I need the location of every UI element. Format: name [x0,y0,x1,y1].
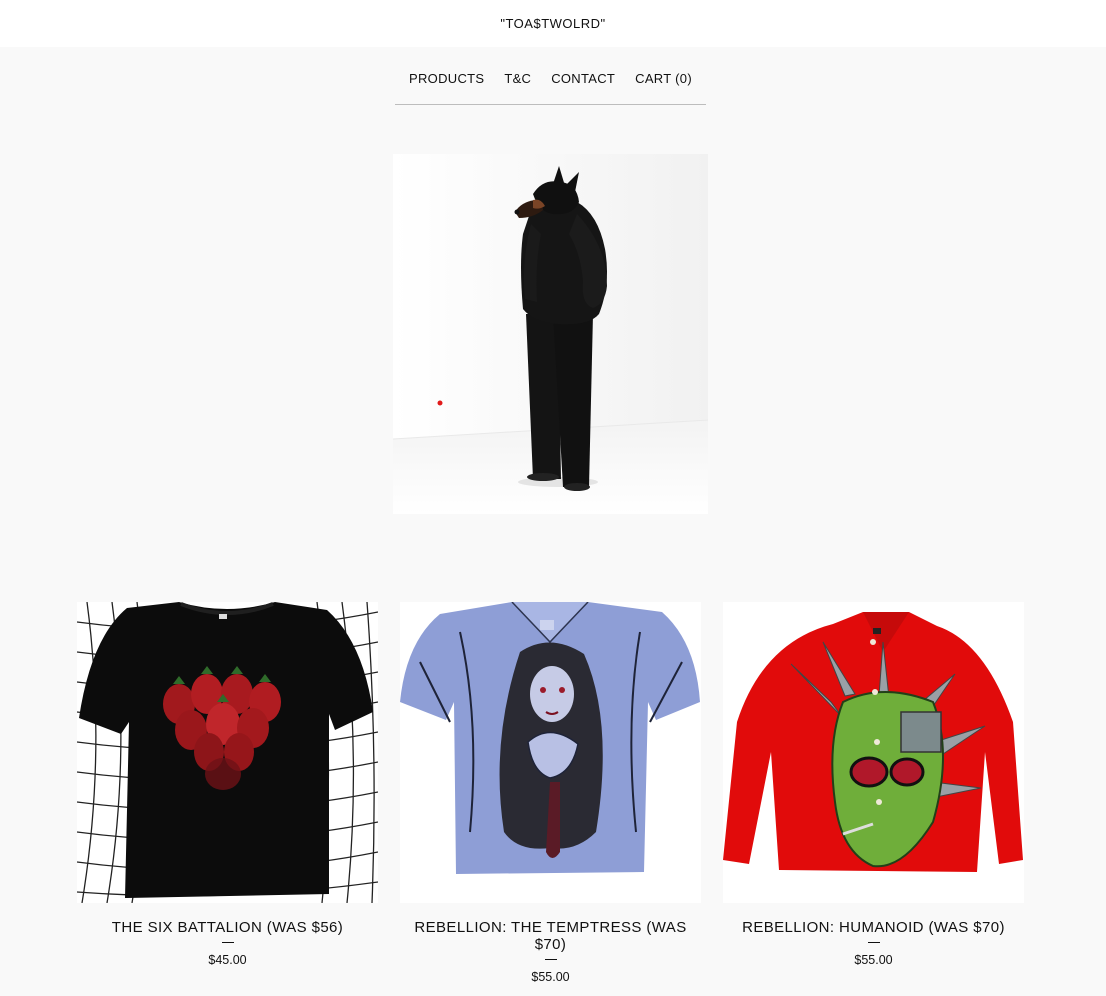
main-nav: PRODUCTS T&C CONTACT CART (0) [395,60,706,105]
product-image[interactable] [723,602,1024,903]
product-title[interactable]: REBELLION: HUMANOID (WAS $70) [723,919,1024,936]
site-header: "TOA$TWOLRD" [0,0,1106,47]
product-card[interactable]: REBELLION: THE TEMPTRESS (WAS $70) $55.0… [400,602,701,984]
nav-cart[interactable]: CART (0) [635,71,692,86]
blue-shirt-illustration [400,602,701,903]
red-shirt-mask [723,602,1024,903]
nav-products[interactable]: PRODUCTS [409,71,484,86]
title-divider [221,942,234,943]
product-card[interactable]: REBELLION: HUMANOID (WAS $70) $55.00 [723,602,1024,967]
nav-terms[interactable]: T&C [504,71,531,86]
nav-contact[interactable]: CONTACT [551,71,615,86]
title-divider [544,959,557,960]
product-title[interactable]: REBELLION: THE TEMPTRESS (WAS $70) [400,919,701,953]
product-price: $55.00 [854,953,893,967]
product-price: $55.00 [531,970,570,984]
hooded-figure-photo [393,154,708,514]
hero-image [393,154,708,514]
brand-logo[interactable]: "TOA$TWOLRD" [500,16,605,31]
black-tee-strawberries [77,602,378,903]
product-image[interactable] [400,602,701,903]
product-card[interactable]: THE SIX BATTALION (WAS $56) $45.00 [77,602,378,967]
product-title[interactable]: THE SIX BATTALION (WAS $56) [77,919,378,936]
title-divider [867,942,880,943]
product-image[interactable] [77,602,378,903]
product-price: $45.00 [208,953,247,967]
